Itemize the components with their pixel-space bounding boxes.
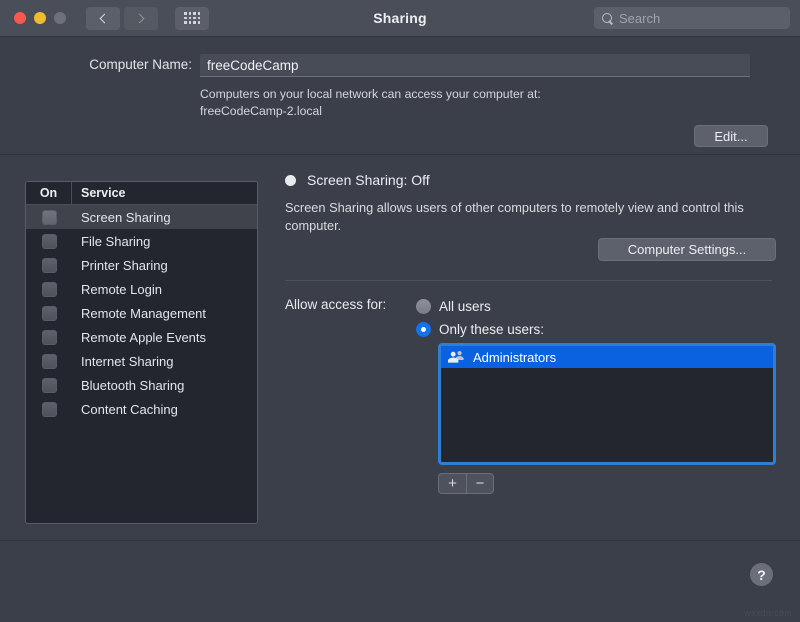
main-content: On Service Screen Sharing File Sharing Pri…	[0, 155, 800, 540]
radio-only-these-users-label: Only these users:	[439, 322, 544, 337]
title-bar: Sharing Search	[0, 0, 800, 37]
radio-option-only-these-users[interactable]: Only these users:	[416, 318, 544, 341]
service-row[interactable]: Bluetooth Sharing	[26, 373, 257, 397]
checkbox-icon[interactable]	[42, 258, 57, 273]
forward-button[interactable]	[124, 7, 158, 30]
checkbox-icon[interactable]	[42, 210, 57, 225]
radio-option-all-users[interactable]: All users	[416, 295, 544, 318]
search-field[interactable]: Search	[594, 7, 790, 29]
service-checkbox-cell[interactable]	[26, 234, 72, 249]
computer-name-input[interactable]: freeCodeCamp	[200, 54, 750, 77]
allowed-users-list[interactable]: Administrators	[438, 343, 776, 465]
service-name-label: File Sharing	[72, 234, 150, 249]
service-row[interactable]: Remote Apple Events	[26, 325, 257, 349]
service-row[interactable]: Remote Login	[26, 277, 257, 301]
chevron-left-icon	[100, 13, 110, 23]
back-button[interactable]	[86, 7, 120, 30]
service-checkbox-cell[interactable]	[26, 330, 72, 345]
radio-all-users-icon	[416, 299, 431, 314]
watermark: wsxdn.com	[744, 608, 792, 618]
service-row[interactable]: File Sharing	[26, 229, 257, 253]
service-status-text: Screen Sharing: Off	[307, 172, 430, 188]
allow-access-radio-group: All users Only these users:	[416, 295, 544, 341]
computer-name-value: freeCodeCamp	[207, 58, 299, 73]
footer-bar: ? wsxdn.com	[0, 540, 800, 621]
service-status-row: Screen Sharing: Off	[285, 172, 800, 188]
service-list-header: On Service	[26, 182, 257, 205]
checkbox-icon[interactable]	[42, 402, 57, 417]
status-indicator-icon	[285, 175, 296, 186]
close-button[interactable]	[14, 12, 26, 24]
grid-icon	[184, 12, 200, 24]
computer-settings-button[interactable]: Computer Settings...	[598, 238, 776, 261]
group-users-icon	[448, 351, 465, 364]
sharing-preferences-window: Sharing Search Computer Name: freeCodeCa…	[0, 0, 800, 622]
service-name-label: Screen Sharing	[72, 210, 171, 225]
service-name-label: Internet Sharing	[72, 354, 174, 369]
user-list-item[interactable]: Administrators	[441, 346, 773, 368]
checkbox-icon[interactable]	[42, 234, 57, 249]
service-checkbox-cell[interactable]	[26, 354, 72, 369]
checkbox-icon[interactable]	[42, 354, 57, 369]
service-row[interactable]: Internet Sharing	[26, 349, 257, 373]
column-header-on: On	[26, 182, 72, 204]
service-checkbox-cell[interactable]	[26, 258, 72, 273]
user-name-label: Administrators	[473, 350, 556, 365]
column-header-service: Service	[72, 186, 125, 200]
service-name-label: Remote Management	[72, 306, 206, 321]
checkbox-icon[interactable]	[42, 282, 57, 297]
service-name-label: Remote Apple Events	[72, 330, 206, 345]
computer-name-label: Computer Name:	[0, 54, 192, 72]
service-checkbox-cell[interactable]	[26, 210, 72, 225]
help-button[interactable]: ?	[750, 563, 773, 586]
service-row[interactable]: Content Caching	[26, 397, 257, 421]
radio-only-these-users-icon	[416, 322, 431, 337]
computer-name-description: Computers on your local network can acce…	[200, 86, 630, 120]
zoom-button[interactable]	[54, 12, 66, 24]
checkbox-icon[interactable]	[42, 330, 57, 345]
window-controls	[14, 12, 66, 24]
checkbox-icon[interactable]	[42, 378, 57, 393]
checkbox-icon[interactable]	[42, 306, 57, 321]
service-rows: Screen Sharing File Sharing Printer Sharin…	[26, 205, 257, 421]
add-user-button[interactable]: +	[438, 473, 466, 494]
edit-button[interactable]: Edit...	[694, 125, 768, 147]
computer-name-section: Computer Name: freeCodeCamp Computers on…	[0, 37, 800, 155]
service-name-label: Content Caching	[72, 402, 178, 417]
service-detail-pane: Screen Sharing: Off Screen Sharing allow…	[285, 155, 800, 540]
show-all-button[interactable]	[175, 7, 209, 30]
service-row[interactable]: Remote Management	[26, 301, 257, 325]
service-checkbox-cell[interactable]	[26, 306, 72, 321]
computer-name-row: Computer Name: freeCodeCamp	[0, 54, 800, 77]
service-name-label: Printer Sharing	[72, 258, 168, 273]
chevron-right-icon	[135, 13, 145, 23]
remove-user-button[interactable]: −	[466, 473, 494, 494]
allowed-users-rows: Administrators	[441, 346, 773, 368]
service-checkbox-cell[interactable]	[26, 282, 72, 297]
user-list-controls: + −	[438, 473, 494, 494]
service-row[interactable]: Screen Sharing	[26, 205, 257, 229]
search-placeholder: Search	[619, 11, 660, 26]
allow-access-label: Allow access for:	[285, 297, 386, 312]
navigation-buttons	[86, 7, 158, 30]
detail-divider	[285, 280, 772, 281]
minimize-button[interactable]	[34, 12, 46, 24]
service-row[interactable]: Printer Sharing	[26, 253, 257, 277]
service-name-label: Remote Login	[72, 282, 162, 297]
service-checkbox-cell[interactable]	[26, 402, 72, 417]
search-icon	[602, 13, 613, 24]
radio-all-users-label: All users	[439, 299, 491, 314]
service-list[interactable]: On Service Screen Sharing File Sharing Pri…	[25, 181, 258, 524]
service-name-label: Bluetooth Sharing	[72, 378, 184, 393]
service-checkbox-cell[interactable]	[26, 378, 72, 393]
service-description: Screen Sharing allows users of other com…	[285, 199, 775, 235]
